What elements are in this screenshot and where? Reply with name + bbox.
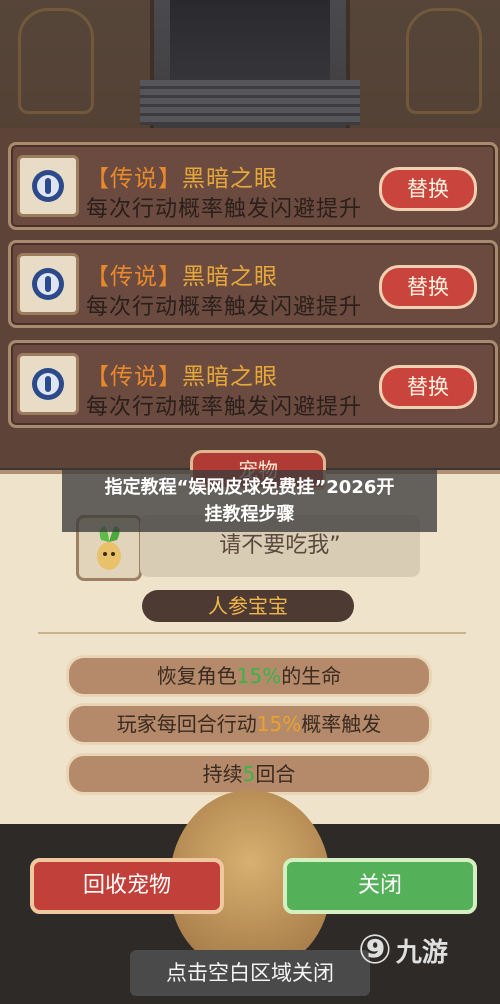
eye-icon (17, 253, 79, 315)
divider (38, 632, 466, 634)
pet-name: 人参宝宝 (142, 590, 354, 622)
article-title-overlay: 指定教程“娱网皮球免费挂”2026开 挂教程步骤 (62, 470, 437, 532)
recycle-pet-button[interactable]: 回收宠物 (30, 858, 224, 914)
eye-icon (17, 353, 79, 415)
stat-trigger-chance: 玩家每回合行动15%概率触发 (66, 703, 432, 745)
stat-heal: 恢复角色15%的生命 (66, 655, 432, 697)
buff-description: 每次行动概率触发闪避提升 (86, 395, 363, 420)
buff-list-panel: 【传说】黑暗之眼 每次行动概率触发闪避提升 替换 【传说】黑暗之眼 每次行动概率… (0, 128, 500, 468)
buff-description: 每次行动概率触发闪避提升 (86, 295, 363, 320)
eye-icon (17, 155, 79, 217)
overlay-line-2: 挂教程步骤 (204, 504, 295, 525)
left-ornament (18, 8, 94, 114)
overlay-line-1: 指定教程“娱网皮球免费挂”2026开 (104, 477, 395, 498)
buff-row: 【传说】黑暗之眼 每次行动概率触发闪避提升 替换 (8, 340, 498, 428)
replace-button[interactable]: 替换 (379, 365, 477, 409)
background-hall (0, 0, 500, 135)
right-ornament (406, 8, 482, 114)
buff-title: 【传说】黑暗之眼 (86, 364, 278, 390)
watermark-logo: ⑨ 九游 (358, 920, 478, 980)
stat-duration: 持续5回合 (66, 753, 432, 795)
tap-blank-to-close-hint[interactable]: 点击空白区域关闭 (130, 950, 370, 996)
replace-button[interactable]: 替换 (379, 265, 477, 309)
watermark-text: 九游 (395, 937, 448, 968)
buff-description: 每次行动概率触发闪避提升 (86, 197, 363, 222)
stairs (140, 80, 360, 125)
buff-title: 【传说】黑暗之眼 (86, 166, 278, 192)
replace-button[interactable]: 替换 (379, 167, 477, 211)
buff-title: 【传说】黑暗之眼 (86, 264, 278, 290)
buff-row: 【传说】黑暗之眼 每次行动概率触发闪避提升 替换 (8, 142, 498, 230)
close-button[interactable]: 关闭 (283, 858, 477, 914)
nine-game-logo-icon: ⑨ (358, 927, 392, 973)
buff-row: 【传说】黑暗之眼 每次行动概率触发闪避提升 替换 (8, 240, 498, 328)
